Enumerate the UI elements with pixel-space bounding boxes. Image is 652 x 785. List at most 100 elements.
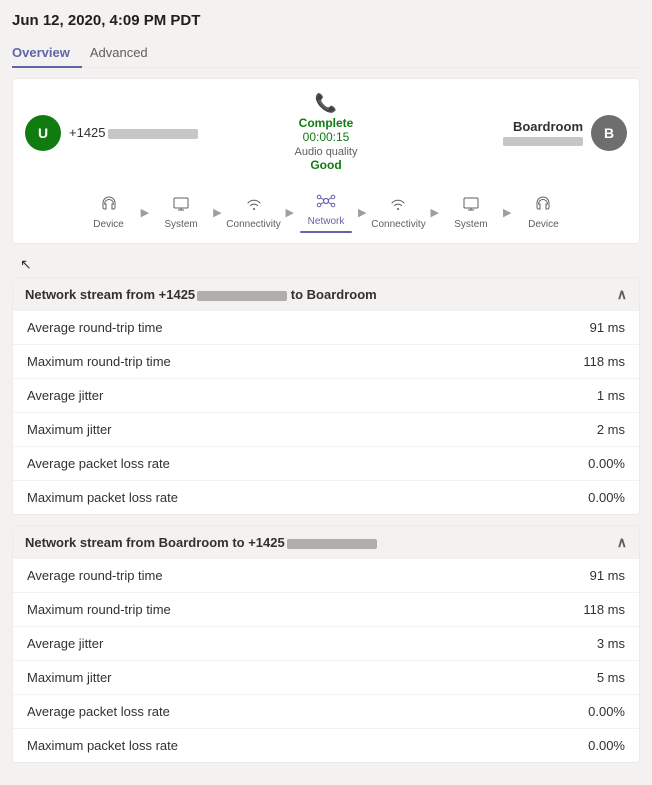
table-row: Maximum round-trip time 118 ms	[13, 593, 639, 627]
participant-right: Boardroom B	[374, 115, 628, 151]
arrow4: ▶	[358, 206, 366, 219]
timeline-connectivity-left-label: Connectivity	[226, 219, 280, 230]
call-participants: U +1425 📞 Complete 00:00:15 Audio qualit…	[25, 93, 627, 172]
section1-blurred	[197, 291, 287, 301]
headset-right-icon	[534, 195, 552, 217]
avatar-callee: B	[591, 115, 627, 151]
audio-quality-label: Audio quality	[295, 146, 358, 158]
metric-value: 3 ms	[597, 636, 625, 651]
table-row: Average round-trip time 91 ms	[13, 311, 639, 345]
callee-info: Boardroom	[503, 119, 583, 146]
caller-number: +1425	[69, 125, 198, 140]
headset-left-icon	[100, 195, 118, 217]
section1-collapse-icon: ∧	[617, 286, 627, 303]
metric-value: 0.00%	[588, 738, 625, 753]
timeline-network[interactable]: Network	[300, 192, 352, 233]
section1-header[interactable]: Network stream from +1425 to Boardroom ∧	[13, 278, 639, 311]
table-row: Average round-trip time 91 ms	[13, 559, 639, 593]
callee-sub-blurred	[503, 137, 583, 146]
metric-value: 5 ms	[597, 670, 625, 685]
timeline-network-label: Network	[308, 216, 345, 227]
timeline-device-left-label: Device	[93, 219, 124, 230]
cursor-area: ↖	[12, 254, 640, 277]
metric-value: 0.00%	[588, 490, 625, 505]
table-row: Average packet loss rate 0.00%	[13, 447, 639, 481]
section2-header[interactable]: Network stream from Boardroom to +1425 ∧	[13, 526, 639, 559]
caller-info: +1425	[69, 125, 198, 140]
phone-icon: 📞	[295, 93, 358, 114]
table-row: Maximum jitter 2 ms	[13, 413, 639, 447]
table-row: Maximum packet loss rate 0.00%	[13, 729, 639, 762]
tab-advanced[interactable]: Advanced	[90, 39, 160, 68]
timeline-device-left[interactable]: Device	[83, 195, 135, 230]
arrow3: ▶	[286, 206, 294, 219]
metric-label: Average round-trip time	[27, 320, 163, 335]
cursor-icon: ↖	[20, 256, 32, 273]
call-duration: 00:00:15	[295, 130, 358, 144]
call-status: Complete	[295, 116, 358, 130]
audio-quality-value: Good	[295, 158, 358, 172]
metric-label: Maximum jitter	[27, 670, 112, 685]
section2-collapse-icon: ∧	[617, 534, 627, 551]
metric-label: Average jitter	[27, 636, 103, 651]
participant-left: U +1425	[25, 115, 279, 151]
timeline-network-underline	[300, 231, 352, 233]
timeline-connectivity-right[interactable]: Connectivity	[372, 195, 424, 230]
metric-label: Maximum round-trip time	[27, 602, 171, 617]
table-row: Maximum packet loss rate 0.00%	[13, 481, 639, 514]
tabs-bar: Overview Advanced	[12, 39, 640, 68]
datetime: Jun 12, 2020, 4:09 PM PDT	[12, 12, 640, 29]
wifi-left-icon	[245, 195, 263, 217]
metric-label: Average packet loss rate	[27, 456, 170, 471]
section2-blurred	[287, 539, 377, 549]
timeline-row: Device ▶ System ▶ Connectivity	[25, 188, 627, 233]
arrow1: ▶	[141, 206, 149, 219]
metric-value: 0.00%	[588, 456, 625, 471]
callee-name: Boardroom	[503, 119, 583, 134]
timeline-device-right-label: Device	[528, 219, 559, 230]
monitor-left-icon	[172, 195, 190, 217]
timeline-system-right-label: System	[454, 219, 487, 230]
timeline-system-left-label: System	[164, 219, 197, 230]
metric-label: Average packet loss rate	[27, 704, 170, 719]
timeline-system-left[interactable]: System	[155, 195, 207, 230]
table-row: Average jitter 1 ms	[13, 379, 639, 413]
metric-label: Average jitter	[27, 388, 103, 403]
outer-container: Jun 12, 2020, 4:09 PM PDT Overview Advan…	[0, 0, 652, 785]
section2-title: Network stream from Boardroom to +1425	[25, 535, 377, 550]
caller-number-blurred	[108, 129, 198, 139]
metric-value: 91 ms	[590, 568, 625, 583]
table-row: Maximum round-trip time 118 ms	[13, 345, 639, 379]
metric-label: Average round-trip time	[27, 568, 163, 583]
table-row: Average packet loss rate 0.00%	[13, 695, 639, 729]
metric-label: Maximum packet loss rate	[27, 738, 178, 753]
metric-value: 118 ms	[583, 602, 625, 617]
metric-value: 91 ms	[590, 320, 625, 335]
metric-label: Maximum packet loss rate	[27, 490, 178, 505]
metric-value: 2 ms	[597, 422, 625, 437]
metric-value: 0.00%	[588, 704, 625, 719]
tab-overview[interactable]: Overview	[12, 39, 82, 68]
arrow2: ▶	[213, 206, 221, 219]
arrow5: ▶	[430, 206, 438, 219]
timeline-connectivity-left[interactable]: Connectivity	[228, 195, 280, 230]
metric-value: 1 ms	[597, 388, 625, 403]
timeline-connectivity-right-label: Connectivity	[371, 219, 425, 230]
wifi-right-icon	[389, 195, 407, 217]
section2-table: Network stream from Boardroom to +1425 ∧…	[12, 525, 640, 763]
network-icon	[316, 192, 336, 214]
section1-table: Network stream from +1425 to Boardroom ∧…	[12, 277, 640, 515]
section1-metrics: Average round-trip time 91 ms Maximum roun…	[13, 311, 639, 514]
call-card: U +1425 📞 Complete 00:00:15 Audio qualit…	[12, 78, 640, 244]
arrow6: ▶	[503, 206, 511, 219]
timeline-device-right[interactable]: Device	[517, 195, 569, 230]
avatar-caller: U	[25, 115, 61, 151]
section1-title: Network stream from +1425 to Boardroom	[25, 287, 377, 302]
metric-label: Maximum jitter	[27, 422, 112, 437]
call-center: 📞 Complete 00:00:15 Audio quality Good	[279, 93, 374, 172]
timeline-system-right[interactable]: System	[445, 195, 497, 230]
section2-metrics: Average round-trip time 91 ms Maximum roun…	[13, 559, 639, 762]
metric-value: 118 ms	[583, 354, 625, 369]
monitor-right-icon	[462, 195, 480, 217]
metric-label: Maximum round-trip time	[27, 354, 171, 369]
